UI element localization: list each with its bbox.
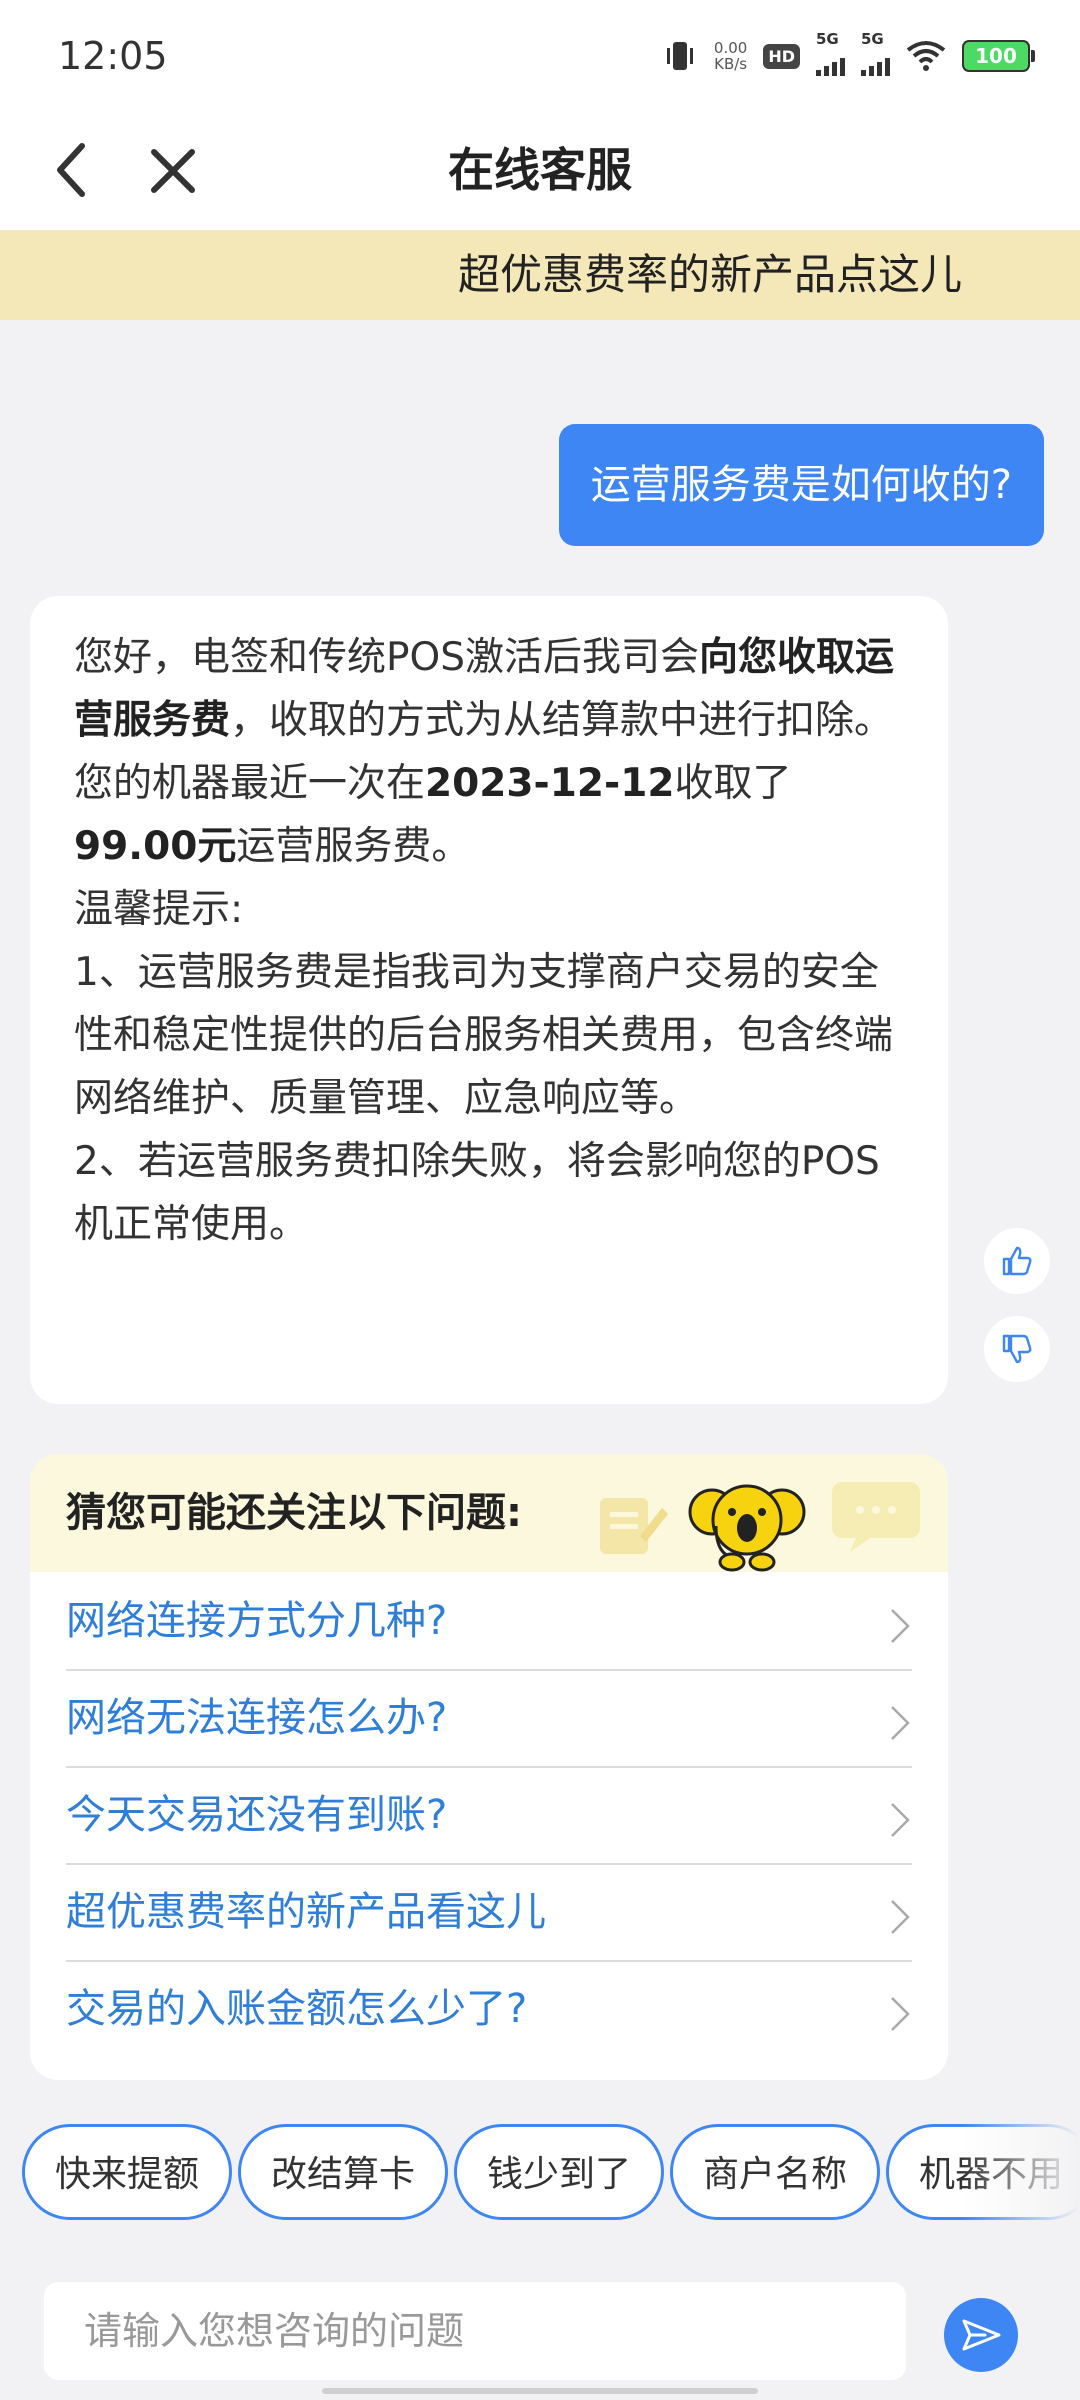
suggestions-title: 猜您可能还关注以下问题: <box>66 1490 522 1536</box>
status-icons: 0.00 KB/s HD 5G 5G 100 <box>662 30 1035 78</box>
input-bar <box>0 2250 1080 2400</box>
notepad-icon <box>600 1498 668 1554</box>
text-span: ，收取的方式为从结算款中进行扣除。 <box>230 698 894 743</box>
text-span: 收取了 <box>674 761 792 806</box>
thumbs-up-icon <box>1002 1246 1032 1276</box>
chevron-right-icon <box>891 1706 910 1740</box>
suggestion-item[interactable]: 网络连接方式分几种? <box>66 1574 912 1671</box>
like-button[interactable] <box>984 1228 1050 1294</box>
suggestion-item[interactable]: 超优惠费率的新产品看这儿 <box>66 1865 912 1962</box>
signal-strength-1: 5G <box>816 30 845 76</box>
suggestion-label: 今天交易还没有到账? <box>66 1792 448 1838</box>
hd-badge: HD <box>763 43 800 69</box>
send-button[interactable] <box>944 2298 1018 2372</box>
chip[interactable]: 快来提额 <box>22 2124 232 2220</box>
chip[interactable]: 机器不用 <box>886 2124 1080 2220</box>
vibrate-icon <box>666 42 693 70</box>
suggestion-label: 交易的入账金额怎么少了? <box>66 1986 528 2032</box>
net-speed-value: 0.00 <box>713 39 748 57</box>
charge-date: 2023-12-12 <box>425 761 675 806</box>
suggestion-label: 超优惠费率的新产品看这儿 <box>66 1889 546 1935</box>
chip[interactable]: 钱少到了 <box>454 2124 664 2220</box>
bot-paragraph: 温馨提示: <box>74 887 244 932</box>
send-icon <box>962 2319 1001 2351</box>
chip[interactable]: 改结算卡 <box>238 2124 448 2220</box>
app-header: 在线客服 <box>0 110 1080 230</box>
suggestion-label: 网络连接方式分几种? <box>66 1598 448 1644</box>
bot-message-card: 您好，电签和传统POS激活后我司会向您收取运营服务费，收取的方式为从结算款中进行… <box>30 596 948 1404</box>
chevron-left-icon <box>57 143 85 197</box>
net-speed: 0.00 KB/s <box>714 40 747 72</box>
net-speed-unit: KB/s <box>714 55 748 73</box>
close-icon <box>151 149 195 193</box>
chevron-right-icon <box>891 1609 910 1643</box>
text-span: 您好，电签和传统POS激活后我司会 <box>74 635 699 680</box>
promo-text: 超优惠费率的新产品点这儿 <box>457 250 962 299</box>
user-message-bubble: 运营服务费是如何收的? <box>558 424 1044 546</box>
charge-amount: 99.00元 <box>74 824 237 869</box>
wifi-icon <box>906 41 946 71</box>
chevron-right-icon <box>891 1900 910 1934</box>
message-input[interactable] <box>44 2282 906 2380</box>
bot-paragraph: 您的机器最近一次在2023-12-12收取了 99.00元运营服务费。 <box>74 752 904 878</box>
suggestion-item[interactable]: 交易的入账金额怎么少了? <box>66 1962 912 2057</box>
suggestion-item[interactable]: 今天交易还没有到账? <box>66 1768 912 1865</box>
back-button[interactable] <box>40 132 110 208</box>
suggestions-header: 猜您可能还关注以下问题: <box>30 1454 948 1572</box>
promo-banner[interactable]: 超优惠费率的新产品点这儿 <box>0 230 1080 320</box>
suggestions-list: 网络连接方式分几种? 网络无法连接怎么办? 今天交易还没有到账? 超优惠费率的新… <box>66 1574 912 2057</box>
bot-message-text: 您好，电签和传统POS激活后我司会向您收取运营服务费，收取的方式为从结算款中进行… <box>74 626 904 1256</box>
signal-label: 5G <box>816 30 839 48</box>
quick-reply-chips: 快来提额 改结算卡 钱少到了 商户名称 机器不用 <box>22 2124 1080 2226</box>
chip[interactable]: 商户名称 <box>670 2124 880 2220</box>
home-indicator[interactable] <box>322 2388 758 2394</box>
text-span: 您的机器最近一次在 <box>74 761 426 806</box>
close-button[interactable] <box>138 132 208 208</box>
mascot-koala-icon <box>688 1484 806 1572</box>
suggestions-card: 猜您可能还关注以下问题: 网络连接方式分几种? 网络无法连接怎么办? 今天交易还… <box>30 1454 948 2080</box>
suggestion-label: 网络无法连接怎么办? <box>66 1695 448 1741</box>
battery-icon: 100 <box>962 40 1035 72</box>
status-time: 12:05 <box>58 34 168 78</box>
chevron-right-icon <box>891 1803 910 1837</box>
signal-strength-2: 5G <box>861 30 890 76</box>
chevron-right-icon <box>891 1997 910 2031</box>
text-span: 运营服务费。 <box>236 824 471 869</box>
thumbs-down-icon <box>1002 1334 1032 1364</box>
bot-paragraph: 您好，电签和传统POS激活后我司会向您收取运营服务费，收取的方式为从结算款中进行… <box>74 626 904 752</box>
chat-bubble-decor-icon <box>832 1482 920 1552</box>
bot-paragraph: 2、若运营服务费扣除失败，将会影响您的POS机正常使用。 <box>74 1139 880 1247</box>
signal-label: 5G <box>861 30 884 48</box>
bot-paragraph: 1、运营服务费是指我司为支撑商户交易的安全性和稳定性提供的后台服务相关费用，包含… <box>74 950 894 1121</box>
suggestion-item[interactable]: 网络无法连接怎么办? <box>66 1671 912 1768</box>
status-bar: 12:05 0.00 KB/s HD 5G 5G 100 <box>0 0 1080 110</box>
dislike-button[interactable] <box>984 1316 1050 1382</box>
